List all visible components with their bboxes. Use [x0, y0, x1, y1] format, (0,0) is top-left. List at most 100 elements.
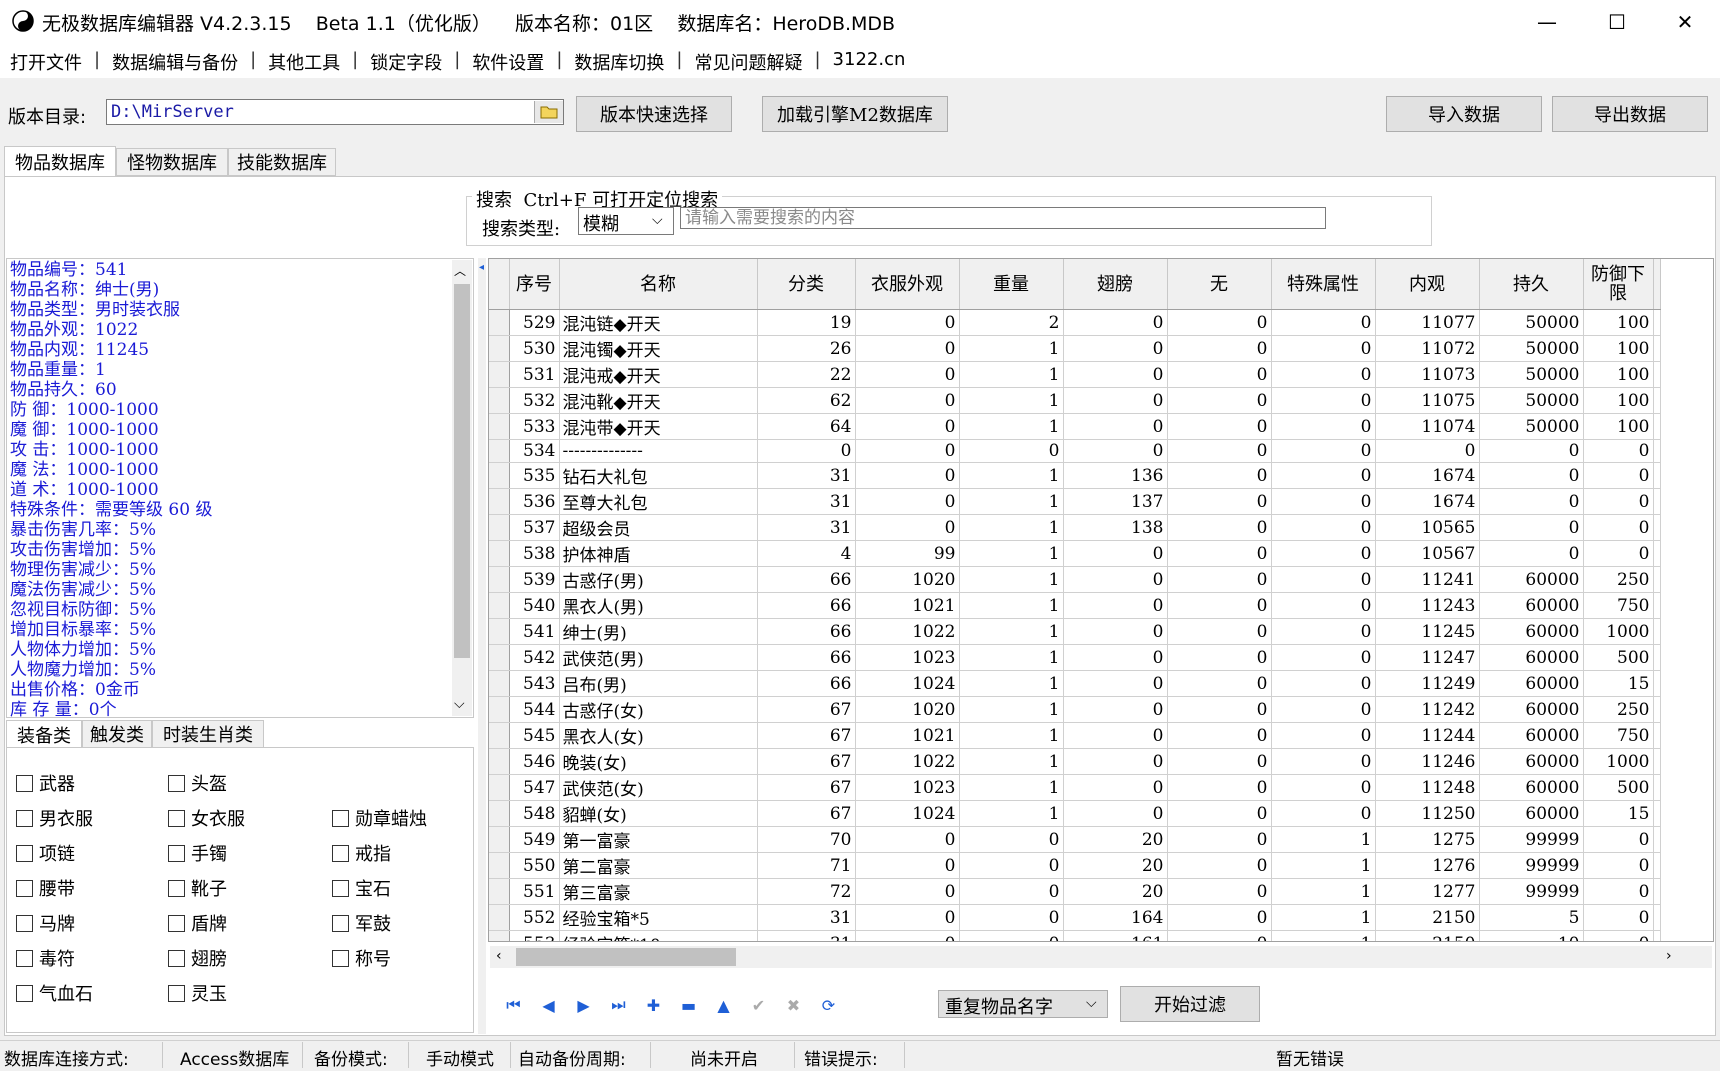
category-checkbox[interactable]: 盾牌: [168, 910, 227, 936]
table-cell[interactable]: 10: [1479, 930, 1584, 941]
category-checkbox[interactable]: 马牌: [16, 910, 75, 936]
table-cell[interactable]: 552: [509, 904, 560, 931]
table-cell[interactable]: 64: [757, 413, 856, 440]
table-row[interactable]: 552 经验宝箱*5 31 0 0 164 0 1 2150 5 0: [489, 904, 1661, 931]
table-cell[interactable]: 11245: [1375, 618, 1480, 645]
prior-record-icon[interactable]: ◀: [531, 990, 566, 1020]
table-cell[interactable]: 19: [757, 309, 856, 336]
export-data-button[interactable]: 导出数据: [1552, 96, 1708, 132]
edit-record-icon[interactable]: ▲: [706, 990, 741, 1020]
menu-item[interactable]: 锁定字段: [368, 49, 444, 75]
table-cell[interactable]: 1000: [1583, 748, 1654, 775]
table-row[interactable]: 541 绅士(男) 66 1022 1 0 0 0 11245 60000 1000: [489, 618, 1661, 645]
checkbox-box[interactable]: [332, 949, 349, 967]
subtab-fashion-zodiac[interactable]: 时装生肖类: [152, 720, 264, 748]
path-input[interactable]: D:\MirServer: [106, 99, 564, 125]
table-cell[interactable]: 4: [757, 540, 856, 567]
table-cell[interactable]: 0: [1167, 878, 1272, 905]
menu-item[interactable]: 数据库切换: [572, 49, 666, 75]
table-row[interactable]: 533 混沌带◆开天 64 0 1 0 0 0 11074 50000 100: [489, 413, 1661, 440]
table-cell[interactable]: 1024: [855, 670, 960, 697]
row-indicator[interactable]: [489, 413, 510, 440]
table-cell[interactable]: 538: [509, 540, 560, 567]
table-row[interactable]: 537 超级会员 31 0 1 138 0 0 10565 0 0: [489, 514, 1661, 541]
table-cell[interactable]: 750: [1583, 592, 1654, 619]
table-row[interactable]: 550 第二富豪 71 0 0 20 0 1 1276 99999 0: [489, 852, 1661, 879]
table-cell[interactable]: 0: [855, 488, 960, 515]
column-header[interactable]: 分类: [757, 259, 856, 310]
table-cell[interactable]: 0: [1063, 335, 1168, 362]
table-cell[interactable]: 50000: [1479, 361, 1584, 388]
table-row[interactable]: 535 钻石大礼包 31 0 1 136 0 0 1674 0 0: [489, 462, 1661, 489]
table-cell[interactable]: 11249: [1375, 670, 1480, 697]
table-cell[interactable]: 67: [757, 722, 856, 749]
table-cell[interactable]: 11244: [1375, 722, 1480, 749]
table-cell[interactable]: 250: [1583, 566, 1654, 593]
row-indicator[interactable]: [489, 514, 510, 541]
table-cell[interactable]: 0: [959, 930, 1064, 941]
table-cell[interactable]: 0: [1271, 413, 1376, 440]
table-cell[interactable]: 0: [959, 826, 1064, 853]
table-cell[interactable]: 0: [1583, 852, 1654, 879]
table-cell[interactable]: 549: [509, 826, 560, 853]
menu-item[interactable]: 常见问题解疑: [692, 49, 804, 75]
category-checkbox[interactable]: 腰带: [16, 875, 75, 901]
table-cell[interactable]: 15: [1583, 670, 1654, 697]
table-cell[interactable]: 0: [1583, 540, 1654, 567]
table-cell[interactable]: 0: [1271, 800, 1376, 827]
checkbox-box[interactable]: [16, 844, 33, 862]
table-cell[interactable]: 553: [509, 930, 560, 941]
table-cell[interactable]: 0: [1167, 462, 1272, 489]
table-cell[interactable]: 11241: [1375, 566, 1480, 593]
checkbox-box[interactable]: [168, 879, 185, 897]
table-cell[interactable]: 0: [1167, 413, 1272, 440]
table-cell[interactable]: 60000: [1479, 722, 1584, 749]
table-cell[interactable]: 0: [1063, 592, 1168, 619]
table-cell[interactable]: 500: [1583, 774, 1654, 801]
checkbox-box[interactable]: [332, 879, 349, 897]
table-cell[interactable]: 0: [1167, 514, 1272, 541]
table-cell[interactable]: 1: [1271, 878, 1376, 905]
table-cell[interactable]: 0: [1167, 904, 1272, 931]
row-indicator[interactable]: [489, 592, 510, 619]
table-cell[interactable]: 66: [757, 618, 856, 645]
table-cell[interactable]: 0: [855, 439, 960, 463]
table-cell[interactable]: 0: [1271, 592, 1376, 619]
table-cell[interactable]: 67: [757, 774, 856, 801]
table-cell[interactable]: 0: [1271, 488, 1376, 515]
table-cell[interactable]: 50000: [1479, 335, 1584, 362]
table-cell[interactable]: 0: [1063, 644, 1168, 671]
table-row[interactable]: 547 武侠范(女) 67 1023 1 0 0 0 11248 60000 500: [489, 774, 1661, 801]
table-cell[interactable]: 0: [1167, 852, 1272, 879]
category-checkbox[interactable]: 军鼓: [332, 910, 391, 936]
table-cell[interactable]: 0: [1063, 800, 1168, 827]
table-row[interactable]: 553经验宝箱*103100161012150100: [489, 930, 1661, 941]
table-cell[interactable]: 1: [959, 540, 1064, 567]
checkbox-box[interactable]: [16, 949, 33, 967]
table-cell[interactable]: 混沌链◆开天: [559, 309, 758, 336]
table-cell[interactable]: 1024: [855, 800, 960, 827]
table-cell[interactable]: 1674: [1375, 488, 1480, 515]
table-cell[interactable]: 11248: [1375, 774, 1480, 801]
table-cell[interactable]: 547: [509, 774, 560, 801]
table-cell[interactable]: 138: [1063, 514, 1168, 541]
table-cell[interactable]: 0: [1479, 488, 1584, 515]
category-checkbox[interactable]: 称号: [332, 945, 391, 971]
table-cell[interactable]: 0: [1479, 439, 1584, 463]
table-cell[interactable]: 钻石大礼包: [559, 462, 758, 489]
table-cell[interactable]: 1: [959, 618, 1064, 645]
menu-item[interactable]: 打开文件: [8, 49, 84, 75]
close-button[interactable]: ✕: [1650, 0, 1720, 44]
table-cell[interactable]: 0: [1167, 774, 1272, 801]
browse-folder-button[interactable]: [534, 101, 563, 123]
table-cell[interactable]: 60000: [1479, 774, 1584, 801]
table-cell[interactable]: 31: [757, 462, 856, 489]
row-indicator[interactable]: [489, 361, 510, 388]
menu-item[interactable]: 其他工具: [266, 49, 342, 75]
category-checkbox[interactable]: 宝石: [332, 875, 391, 901]
table-cell[interactable]: 1: [959, 722, 1064, 749]
table-cell[interactable]: 1674: [1375, 462, 1480, 489]
table-cell[interactable]: 0: [1063, 748, 1168, 775]
table-cell[interactable]: 0: [1063, 439, 1168, 463]
table-cell[interactable]: 0: [1063, 722, 1168, 749]
